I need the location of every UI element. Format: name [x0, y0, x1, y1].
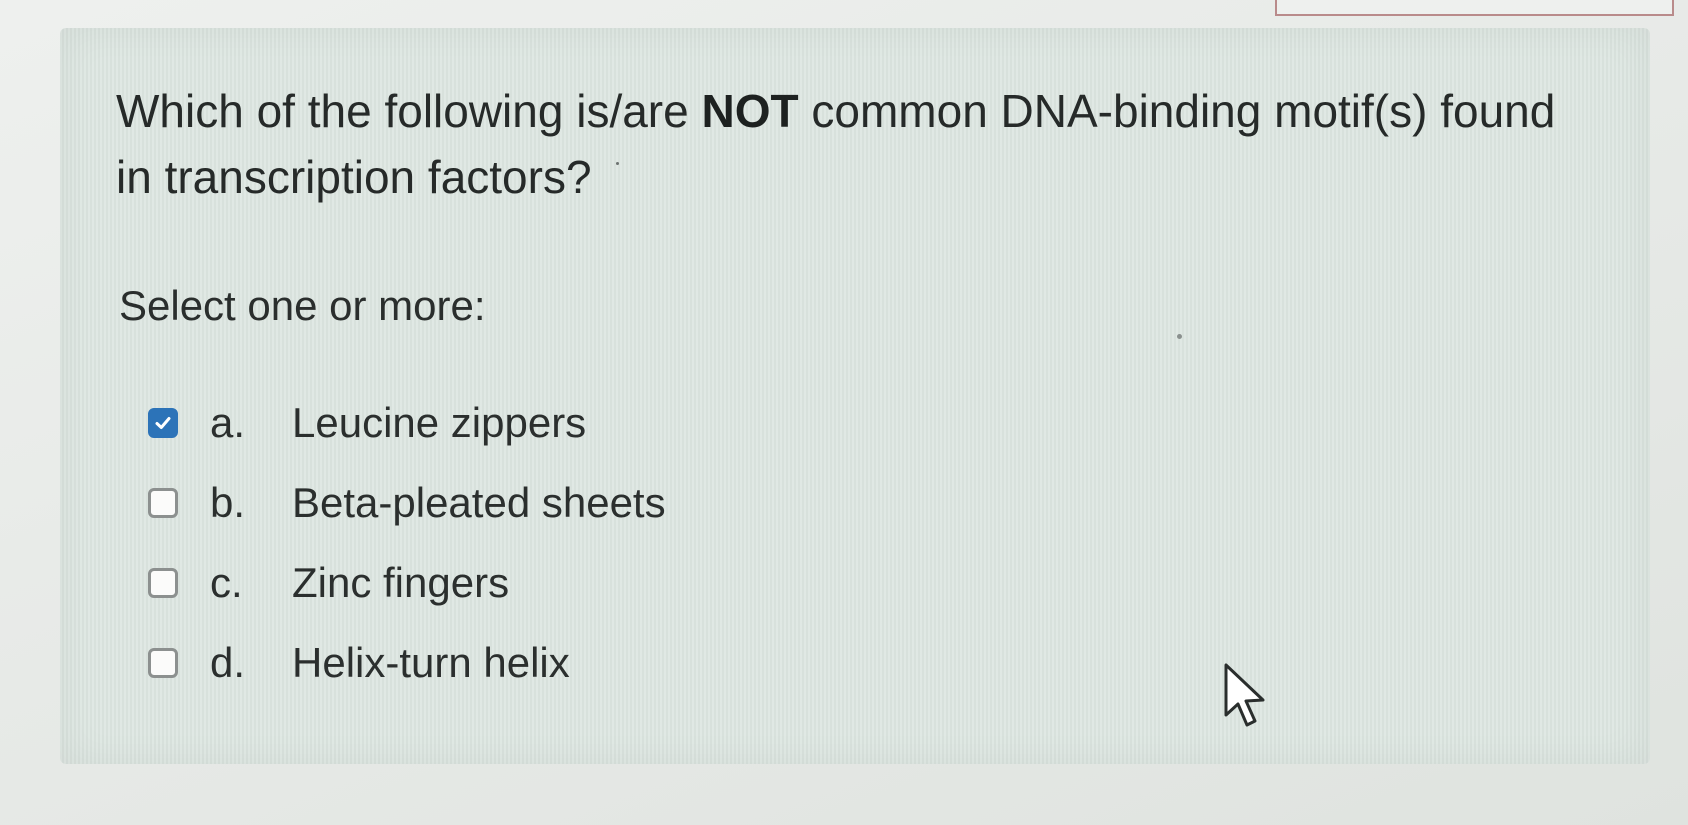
option-d[interactable]: d. Helix-turn helix	[148, 623, 666, 703]
option-letter-b: b.	[210, 479, 246, 526]
option-label-a: Leucine zippers	[292, 399, 587, 446]
option-label-c: Zinc fingers	[292, 559, 510, 606]
check-icon	[155, 417, 171, 429]
option-c[interactable]: c. Zinc fingers	[148, 543, 666, 623]
answer-options: a. Leucine zippers b. Beta-pleated sheet…	[148, 383, 666, 703]
question-emphasis: NOT	[701, 85, 799, 137]
stray-mark	[616, 162, 619, 165]
option-b[interactable]: b. Beta-pleated sheets	[148, 463, 666, 543]
select-prompt: Select one or more:	[119, 282, 486, 329]
option-letter-c: c.	[210, 559, 243, 606]
stray-dot	[1177, 334, 1182, 339]
option-letter-a: a.	[210, 399, 246, 446]
question-text: Which of the following is/are NOT common…	[116, 78, 1596, 210]
option-letter-d: d.	[210, 639, 246, 686]
checkbox-option-a[interactable]	[148, 408, 178, 438]
question-text-start: Which of the following is/are	[116, 85, 702, 137]
checkbox-option-b[interactable]	[148, 488, 178, 518]
top-frame-edge	[1275, 0, 1674, 16]
mouse-pointer-icon	[1224, 663, 1265, 727]
option-a[interactable]: a. Leucine zippers	[148, 383, 666, 463]
checkbox-option-d[interactable]	[148, 648, 178, 678]
option-label-b: Beta-pleated sheets	[292, 479, 666, 526]
checkbox-option-c[interactable]	[148, 568, 178, 598]
option-label-d: Helix-turn helix	[292, 639, 570, 686]
